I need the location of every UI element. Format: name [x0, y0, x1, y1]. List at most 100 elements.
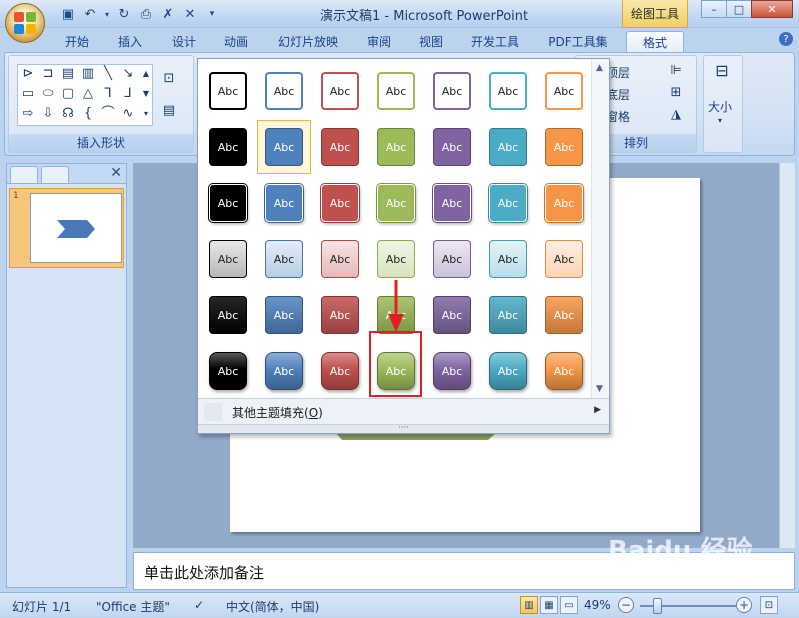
shape-style-swatch[interactable]: Abc: [209, 184, 247, 222]
zoom-out-icon[interactable]: −: [618, 597, 634, 613]
clear-format-icon[interactable]: ✗: [159, 5, 177, 23]
vertical-textbox-icon[interactable]: ▥: [80, 67, 96, 81]
shape-style-swatch[interactable]: Abc: [545, 184, 583, 222]
tab-format[interactable]: 格式: [626, 31, 684, 52]
shape-style-swatch[interactable]: Abc: [377, 128, 415, 166]
slide-vertical-scrollbar[interactable]: [779, 163, 795, 548]
language[interactable]: 中文(简体，中国): [226, 598, 319, 615]
gallery-more-icon[interactable]: ▾: [140, 107, 152, 121]
tab-design[interactable]: 设计: [162, 31, 206, 52]
shape-style-swatch[interactable]: Abc: [265, 128, 303, 166]
spellcheck-icon[interactable]: ✓: [194, 598, 204, 612]
shapes-gallery[interactable]: ⊳ ⊐ ▤ ▥ ╲ ↘ ▭ ⬭ ▢ △ ⅂ ⅃ ⇨ ⇩ ☊ { ⌒ ∿ ▲ ▼ …: [17, 64, 153, 126]
shape-style-swatch[interactable]: Abc: [321, 352, 359, 390]
wave-shape-icon[interactable]: ☊: [60, 107, 76, 121]
shape-style-swatch[interactable]: Abc: [265, 240, 303, 278]
tab-developer[interactable]: 开发工具: [462, 31, 528, 52]
shape-style-swatch[interactable]: Abc: [321, 72, 359, 110]
shape-style-swatch[interactable]: Abc: [321, 296, 359, 334]
shape-style-swatch[interactable]: Abc: [489, 184, 527, 222]
shape-style-swatch[interactable]: Abc: [321, 128, 359, 166]
redo-icon[interactable]: ↻: [115, 5, 133, 23]
rectangle-shape-icon[interactable]: ▭: [20, 87, 36, 101]
save-icon[interactable]: ▣: [59, 5, 77, 23]
shape-style-swatch[interactable]: Abc: [489, 72, 527, 110]
edit-shape-icon[interactable]: ⊡: [161, 72, 177, 86]
shape-style-swatch[interactable]: Abc: [433, 184, 471, 222]
strike-icon[interactable]: ✕: [181, 5, 199, 23]
sorter-view-button[interactable]: ▦: [540, 596, 558, 614]
group-icon[interactable]: ⊞: [668, 86, 684, 100]
line-shape-icon[interactable]: ╲: [100, 67, 116, 81]
rotate-icon[interactable]: ◮: [668, 108, 684, 122]
tab-view[interactable]: 视图: [410, 31, 452, 52]
shape-style-swatch[interactable]: Abc: [433, 296, 471, 334]
freeform-shape-icon[interactable]: ∿: [120, 107, 136, 121]
undo-dropdown-icon[interactable]: ▾: [103, 5, 111, 23]
shape-style-swatch[interactable]: Abc: [545, 72, 583, 110]
tab-review[interactable]: 审阅: [358, 31, 400, 52]
shape-style-swatch[interactable]: Abc: [265, 352, 303, 390]
slideshow-view-button[interactable]: ▭: [560, 596, 578, 614]
shape-style-swatch[interactable]: Abc: [489, 128, 527, 166]
zoom-in-icon[interactable]: +: [736, 597, 752, 613]
tab-pdf-tools[interactable]: PDF工具集: [540, 31, 616, 52]
triangle-shape-icon[interactable]: △: [80, 87, 96, 101]
other-theme-fills-item[interactable]: 其他主题填充(O) ▶: [198, 398, 609, 424]
shape-style-swatch[interactable]: Abc: [545, 352, 583, 390]
slide-thumbnail[interactable]: 1: [9, 188, 124, 268]
shape-style-swatch[interactable]: Abc: [209, 128, 247, 166]
normal-view-button[interactable]: ▥: [520, 596, 538, 614]
shape-style-swatch[interactable]: Abc: [489, 240, 527, 278]
arrow-line-icon[interactable]: ↘: [120, 67, 136, 81]
undo-icon[interactable]: ↶: [81, 5, 99, 23]
tab-insert[interactable]: 插入: [108, 31, 152, 52]
shape-style-swatch[interactable]: Abc: [321, 240, 359, 278]
shape-style-swatch[interactable]: Abc: [209, 240, 247, 278]
text-box-icon[interactable]: ▤: [161, 104, 177, 118]
oval-shape-icon[interactable]: ⬭: [40, 87, 56, 101]
shape-style-swatch[interactable]: Abc: [209, 296, 247, 334]
chevron-shape-icon[interactable]: ⊳: [20, 67, 36, 81]
customize-qat-icon[interactable]: ▾: [203, 5, 221, 23]
textbox-shape-icon[interactable]: ▤: [60, 67, 76, 81]
brace-shape-icon[interactable]: {: [80, 107, 96, 121]
shape-style-swatch[interactable]: Abc: [433, 352, 471, 390]
shape-style-swatch[interactable]: Abc: [321, 184, 359, 222]
rounded-rect-icon[interactable]: ▢: [60, 87, 76, 101]
curve-shape-icon[interactable]: ⌒: [100, 107, 116, 121]
shape-style-swatch[interactable]: Abc: [433, 128, 471, 166]
tab-home[interactable]: 开始: [54, 31, 100, 52]
shape-style-swatch[interactable]: Abc: [209, 72, 247, 110]
gallery-scroll-down-icon[interactable]: ▼: [596, 384, 603, 394]
elbow-connector-icon[interactable]: ⅂: [100, 87, 116, 101]
fit-to-window-icon[interactable]: ⊡: [760, 596, 778, 614]
size-group[interactable]: ⊟ 大小 ▾: [703, 55, 743, 153]
shape-style-swatch[interactable]: Abc: [433, 72, 471, 110]
minimize-button[interactable]: –: [701, 0, 727, 18]
print-preview-icon[interactable]: ⎙: [137, 5, 155, 23]
office-button[interactable]: [5, 3, 45, 43]
gallery-scroll-up-icon[interactable]: ▲: [140, 67, 152, 81]
right-arrow-shape-icon[interactable]: ⇨: [20, 107, 36, 121]
shape-style-swatch[interactable]: Abc: [545, 296, 583, 334]
shape-style-swatch[interactable]: Abc: [545, 240, 583, 278]
maximize-button[interactable]: □: [726, 0, 752, 18]
elbow-arrow-icon[interactable]: ⅃: [120, 87, 136, 101]
shape-style-swatch[interactable]: Abc: [377, 184, 415, 222]
gallery-scrollbar[interactable]: ▲ ▼: [591, 59, 609, 398]
gallery-scroll-down-icon[interactable]: ▼: [140, 87, 152, 101]
shape-style-swatch[interactable]: Abc: [209, 352, 247, 390]
shape-style-swatch[interactable]: Abc: [265, 72, 303, 110]
shape-style-swatch[interactable]: Abc: [265, 296, 303, 334]
shape-style-swatch[interactable]: Abc: [265, 184, 303, 222]
close-button[interactable]: ✕: [751, 0, 793, 18]
tab-animation[interactable]: 动画: [214, 31, 258, 52]
shape-style-swatch[interactable]: Abc: [433, 240, 471, 278]
help-icon[interactable]: ?: [779, 32, 793, 46]
zoom-level[interactable]: 49%: [584, 598, 611, 612]
gallery-scroll-up-icon[interactable]: ▲: [596, 63, 603, 73]
shape-style-swatch[interactable]: Abc: [377, 72, 415, 110]
shape-style-swatch[interactable]: Abc: [377, 240, 415, 278]
callout-shape-icon[interactable]: ⊐: [40, 67, 56, 81]
